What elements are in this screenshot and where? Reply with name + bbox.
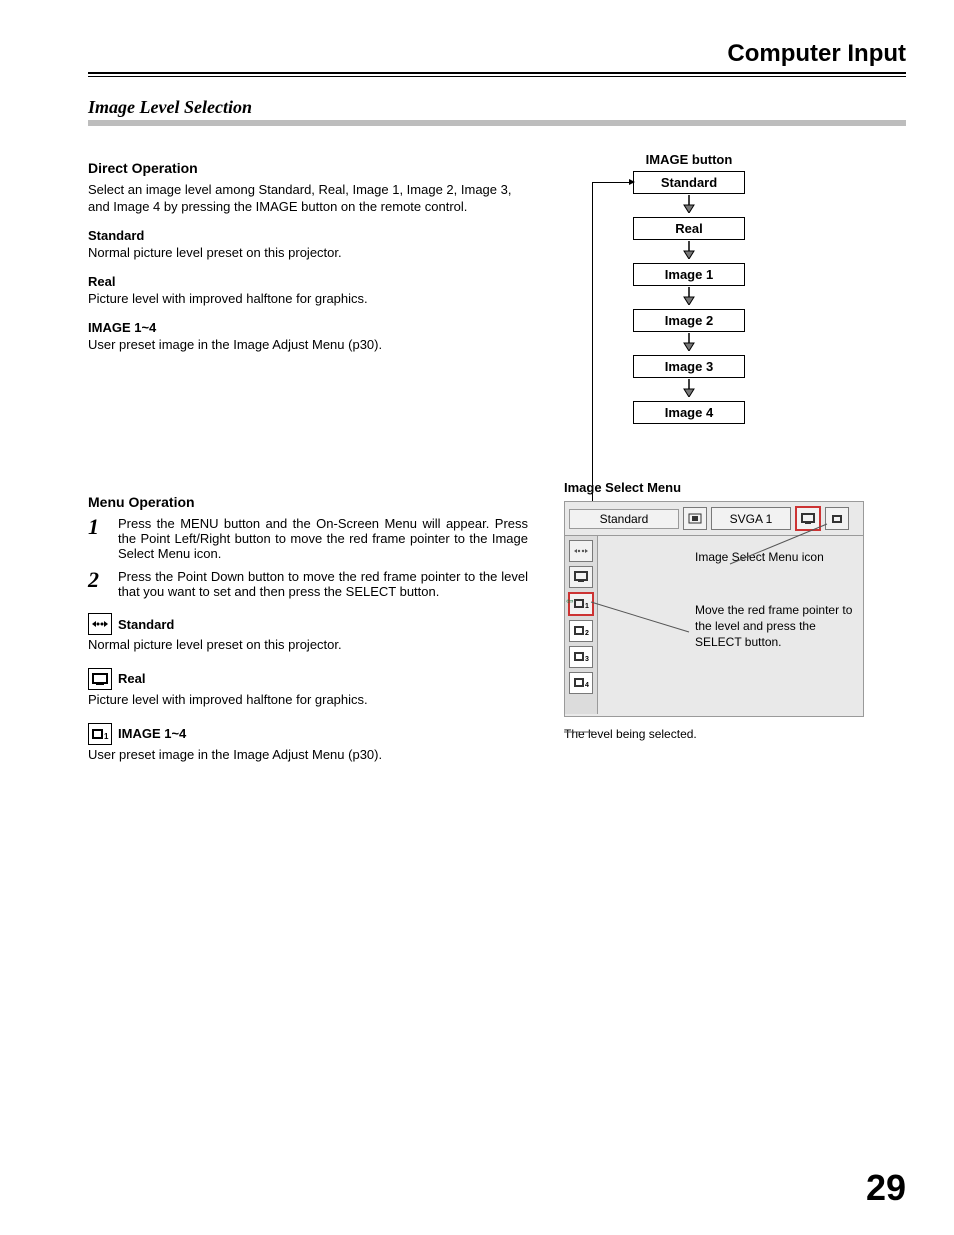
- step-text-1: Press the MENU button and the On-Screen …: [118, 516, 528, 561]
- menu-item-2-name: IMAGE 1~4: [118, 726, 186, 741]
- image-select-menu-icon: [795, 506, 821, 531]
- ok-pointer-icon: ⇦: [566, 596, 574, 607]
- svg-text:2: 2: [585, 630, 589, 637]
- menu-top-label: Standard: [569, 509, 679, 529]
- svg-text:4: 4: [585, 682, 589, 689]
- direct-item-2-name: IMAGE 1~4: [88, 320, 528, 335]
- standard-icon: [88, 613, 112, 635]
- overflow-icon: [853, 508, 859, 529]
- flow-box-1: Real: [633, 217, 745, 240]
- flow-arrow-icon: [564, 379, 814, 400]
- direct-op-intro: Select an image level among Standard, Re…: [88, 182, 528, 216]
- section-title: Image Level Selection: [88, 97, 906, 118]
- signal-label: SVGA 1: [711, 507, 791, 530]
- side-image-2-icon: 2: [569, 620, 593, 642]
- menu-item-0-desc: Normal picture level preset on this proj…: [88, 637, 528, 654]
- adjust-icon: [825, 507, 849, 530]
- menu-shot-title: Image Select Menu: [564, 480, 906, 495]
- image-button-flow-diagram: IMAGE button Standard Real Image 1 Image…: [564, 146, 814, 424]
- flow-arrow-icon: [564, 287, 814, 308]
- step-number-2: 2: [88, 569, 106, 599]
- svg-text:1: 1: [585, 603, 589, 610]
- pc-input-icon: [683, 507, 707, 530]
- note-2: Move the red frame pointer to the level …: [695, 602, 855, 651]
- menu-screenshot: Standard SVGA 1: [564, 501, 864, 717]
- flow-box-4: Image 3: [633, 355, 745, 378]
- menu-op-heading: Menu Operation: [88, 494, 528, 510]
- header-rule-thin: [88, 76, 906, 77]
- menu-item-2-desc: User preset image in the Image Adjust Me…: [88, 747, 528, 764]
- svg-text:3: 3: [585, 656, 589, 663]
- direct-item-1-desc: Picture level with improved halftone for…: [88, 291, 528, 308]
- flow-box-0: Standard: [633, 171, 745, 194]
- direct-op-heading: Direct Operation: [88, 160, 528, 176]
- direct-item-0-name: Standard: [88, 228, 528, 243]
- flow-arrow-icon: [564, 333, 814, 354]
- side-standard-icon: [569, 540, 593, 562]
- section-rule: [88, 120, 906, 126]
- image-1-4-icon: 1: [88, 723, 112, 745]
- real-icon: [88, 668, 112, 690]
- side-real-icon: [569, 566, 593, 588]
- step-text-2: Press the Point Down button to move the …: [118, 569, 528, 599]
- direct-item-2-desc: User preset image in the Image Adjust Me…: [88, 337, 528, 354]
- direct-item-1-name: Real: [88, 274, 528, 289]
- step-number-1: 1: [88, 516, 106, 561]
- note-1: Image Select Menu icon: [695, 550, 855, 564]
- flow-arrow-icon: [564, 241, 814, 262]
- menu-item-0-name: Standard: [118, 617, 174, 632]
- header-rule-thick: [88, 72, 906, 74]
- flow-box-3: Image 2: [633, 309, 745, 332]
- flow-box-5: Image 4: [633, 401, 745, 424]
- flow-box-2: Image 1: [633, 263, 745, 286]
- flow-label: IMAGE button: [564, 152, 814, 167]
- svg-text:1: 1: [104, 732, 109, 741]
- menu-item-1-name: Real: [118, 671, 145, 686]
- page-number: 29: [866, 1167, 906, 1209]
- side-image-4-icon: 4: [569, 672, 593, 694]
- side-image-3-icon: 3: [569, 646, 593, 668]
- menu-item-1-desc: Picture level with improved halftone for…: [88, 692, 528, 709]
- direct-item-0-desc: Normal picture level preset on this proj…: [88, 245, 528, 262]
- flow-arrow-icon: [564, 195, 814, 216]
- page-header-title: Computer Input: [88, 40, 906, 68]
